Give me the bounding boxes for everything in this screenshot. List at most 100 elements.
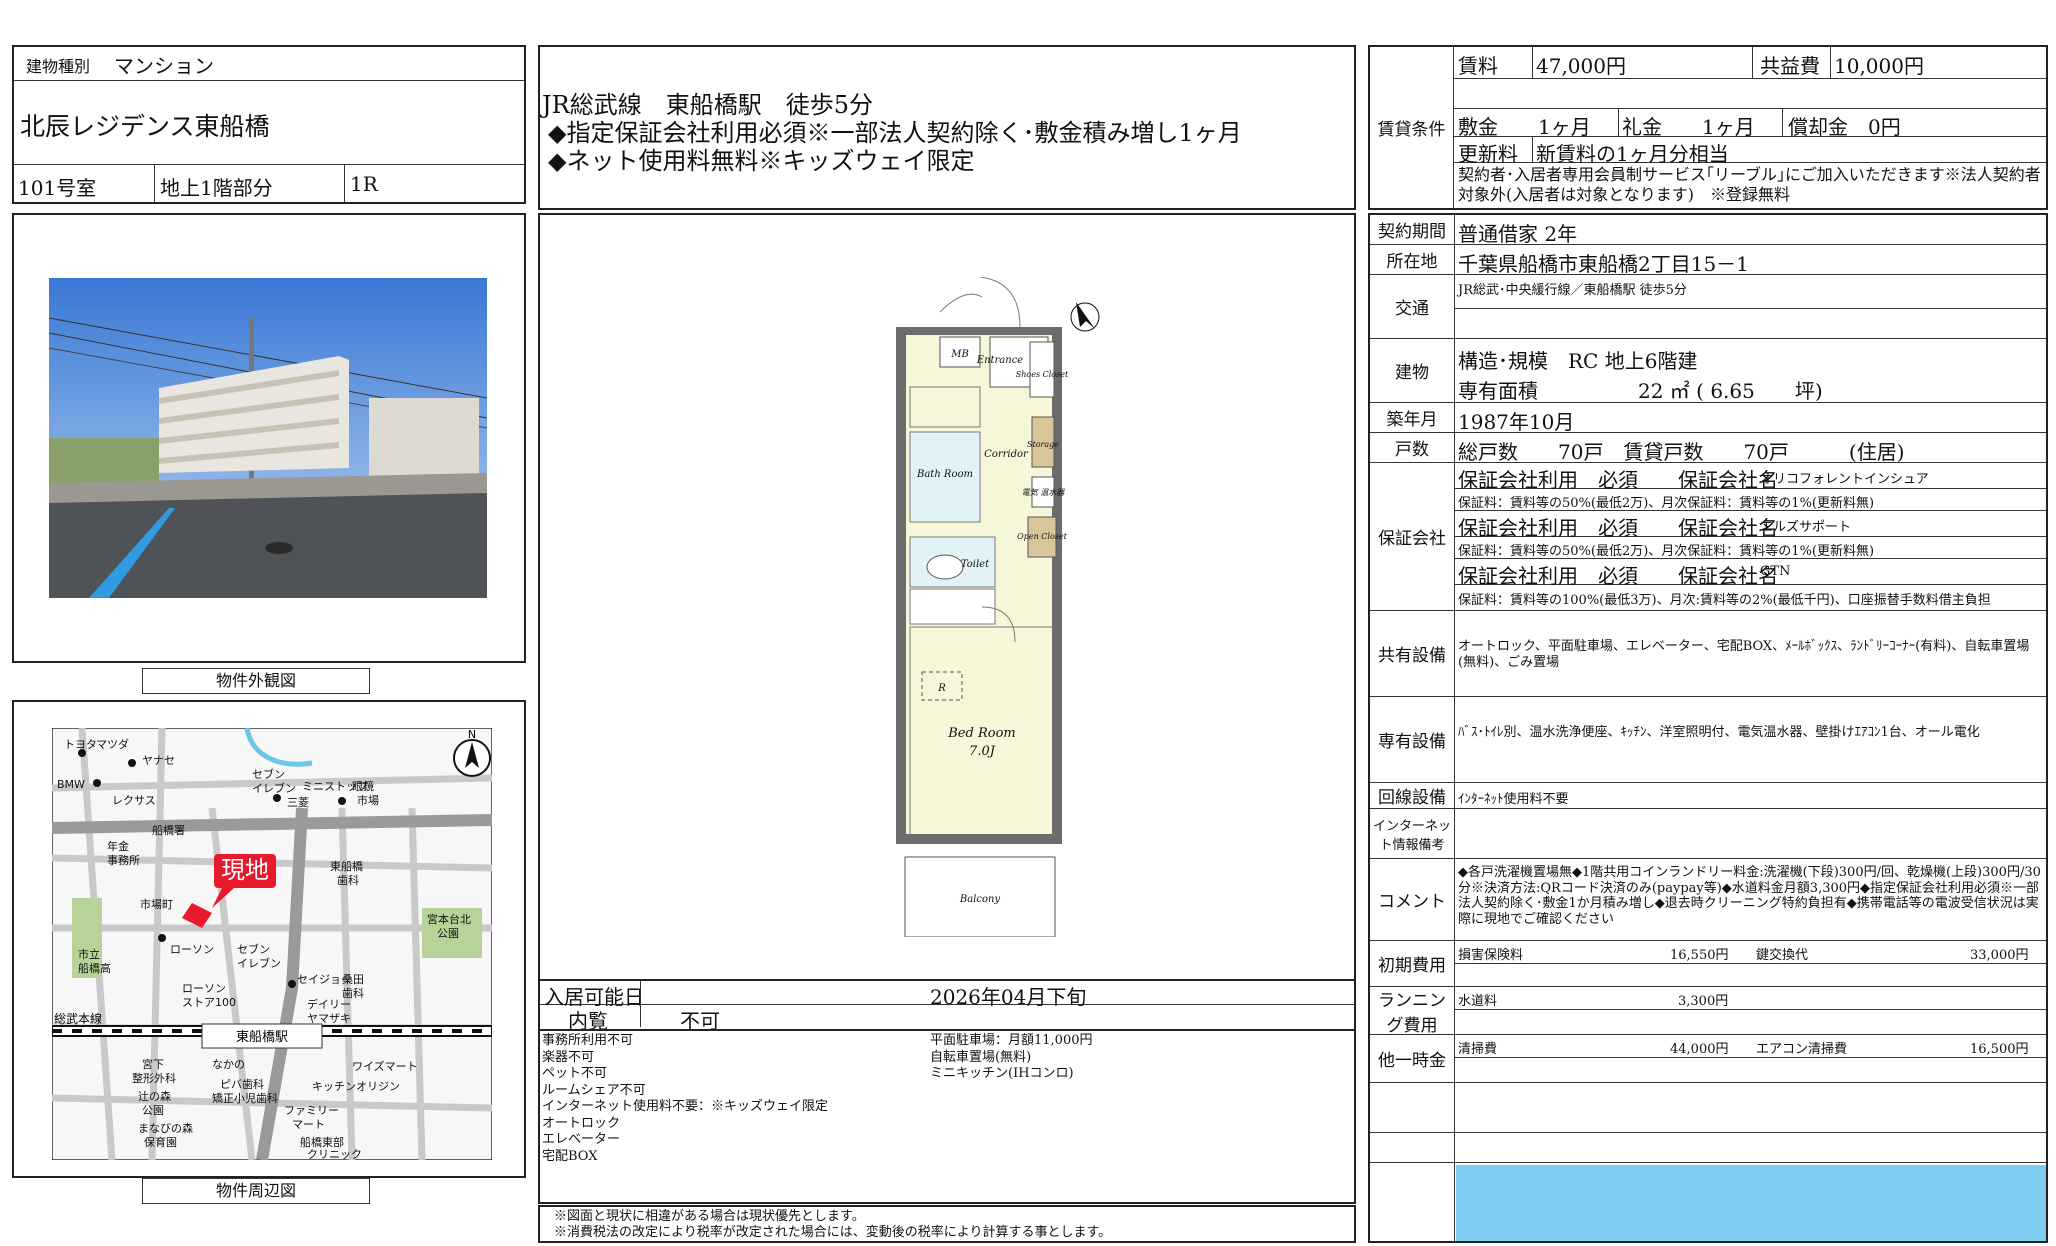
svg-text:ワイズマート: ワイズマート bbox=[352, 1059, 418, 1073]
map-caption: 物件周辺図 bbox=[215, 1181, 296, 1200]
fp-toilet: Toilet bbox=[961, 559, 990, 570]
building-info-box: 建物種別 マンション 北辰レジデンス東船橋 101号室 地上1階部分 1R bbox=[12, 45, 526, 204]
guarantee-company: オリコフォレントインシュア bbox=[1760, 472, 1929, 487]
note-item: 楽器不可 bbox=[542, 1049, 595, 1065]
map-station-label: 東船橋駅 bbox=[236, 1029, 288, 1045]
rent-label: 賃料 bbox=[1458, 54, 1498, 78]
initial-label: 初期費用 bbox=[1378, 956, 1446, 976]
svg-text:まなびの森: まなびの森 bbox=[138, 1121, 193, 1135]
svg-text:市場: 市場 bbox=[357, 793, 379, 807]
svg-text:レクサス: レクサス bbox=[112, 794, 156, 807]
svg-text:イレブン: イレブン bbox=[237, 956, 281, 970]
access-line3: ◆ネット使用料無料※キッズウェイ限定 bbox=[548, 147, 975, 175]
photo-caption: 物件外観図 bbox=[215, 671, 296, 690]
svg-text:歯科: 歯科 bbox=[337, 873, 359, 887]
svg-text:キッチンオリジン: キッチンオリジン bbox=[312, 1080, 400, 1093]
onetime-item-name: エアコン清掃費 bbox=[1756, 1042, 1848, 1057]
building-name: 北辰レジデンス東船橋 bbox=[20, 112, 270, 141]
note-item: ルームシェア不可 bbox=[542, 1082, 646, 1098]
svg-text:セブン: セブン bbox=[252, 767, 285, 781]
fp-corridor: Corridor bbox=[984, 449, 1029, 460]
svg-text:市立: 市立 bbox=[78, 947, 100, 961]
svg-text:イレブン: イレブン bbox=[252, 781, 296, 795]
deposit: 敷金 1ヶ月 bbox=[1458, 115, 1591, 139]
fp-shoes: Shoes Closet bbox=[1016, 370, 1069, 379]
built-value: 1987年10月 bbox=[1458, 410, 1575, 434]
units-label: 戸数 bbox=[1395, 440, 1429, 460]
access-box: JR総武線 東船橋駅 徒歩5分 ◆指定保証会社利用必須※一部法人契約除く･敷金積… bbox=[538, 45, 1356, 210]
svg-text:桑田: 桑田 bbox=[342, 973, 364, 986]
svg-text:ピバ歯科: ピバ歯科 bbox=[220, 1077, 264, 1091]
initial-item-name: 損害保険料 bbox=[1458, 948, 1524, 963]
svg-text:船橋高: 船橋高 bbox=[78, 961, 111, 975]
private-value: ﾊﾞｽ･ﾄｲﾚ別、温水洗浄便座、ｷｯﾁﾝ、洋室照明付、電気温水器、壁掛けｴｱｺﾝ… bbox=[1458, 725, 1980, 740]
rent-value: 47,000円 bbox=[1536, 54, 1626, 78]
fp-entrance: Entrance bbox=[976, 355, 1024, 366]
area-map: 東船橋駅 総武本線 現地 N トヨタ マツダヤナセ BMWレクサスセブン イレブン… bbox=[52, 728, 492, 1160]
note-item: インターネット使用料不要：※キッズウェイ限定 bbox=[542, 1099, 829, 1114]
initial-item-value: 16,550円 bbox=[1670, 948, 1729, 963]
svg-text:市場町: 市場町 bbox=[140, 897, 173, 911]
room-layout: 1R bbox=[350, 172, 378, 196]
svg-text:セブン: セブン bbox=[237, 942, 270, 956]
svg-text:東船橋: 東船橋 bbox=[330, 859, 363, 873]
svg-text:ストア100: ストア100 bbox=[182, 996, 236, 1009]
svg-text:辻の森: 辻の森 bbox=[138, 1089, 171, 1103]
svg-text:クリニック: クリニック bbox=[307, 1148, 362, 1160]
details-box: 契約期間 普通借家 2年 所在地 千葉県船橋市東船橋2丁目15－1 交通 JR総… bbox=[1368, 213, 2048, 1243]
built-label: 築年月 bbox=[1386, 410, 1438, 430]
fp-bath: Bath Room bbox=[916, 469, 973, 480]
svg-text:ミニストップ: ミニストップ bbox=[302, 780, 368, 793]
fp-mb: MB bbox=[950, 349, 969, 360]
renewal-label: 更新料 bbox=[1458, 142, 1518, 166]
svg-text:公園: 公園 bbox=[437, 927, 459, 940]
address-label: 所在地 bbox=[1386, 252, 1438, 272]
transport-label: 交通 bbox=[1395, 299, 1429, 319]
svg-text:マツダ: マツダ bbox=[96, 737, 129, 751]
note-item: ミニキッチン(IHコンロ) bbox=[930, 1066, 1074, 1081]
renewal-value: 新賃料の1ヶ月分相当 bbox=[1536, 142, 1729, 166]
internet-label: インターネット情報備考 bbox=[1372, 818, 1451, 853]
onetime-label: 他一時金 bbox=[1378, 1051, 1446, 1071]
onetime-item-value: 44,000円 bbox=[1670, 1042, 1729, 1057]
svg-text:公園: 公園 bbox=[142, 1104, 164, 1117]
room-number: 101号室 bbox=[18, 176, 97, 200]
svg-text:船橋署: 船橋署 bbox=[152, 823, 185, 837]
svg-text:トヨタ: トヨタ bbox=[64, 738, 97, 751]
floor-plan: MB Entrance Shoes Closet Bath Room Corri… bbox=[896, 277, 1100, 937]
amortization: 償却金 0円 bbox=[1788, 115, 1901, 139]
disclaimer-line: ※消費税法の改定により税率が改定された場合には、変動後の税率により計算する事とし… bbox=[554, 1225, 1112, 1240]
fp-r: R bbox=[937, 683, 946, 694]
building-type-label: 建物種別 bbox=[26, 57, 91, 76]
conditions-box: 賃貸条件 賃料 47,000円 共益費 10,000円 敷金 1ヶ月 礼金 1ヶ… bbox=[1368, 45, 2048, 210]
svg-text:ファミリー: ファミリー bbox=[284, 1104, 339, 1117]
note-item: 宅配BOX bbox=[542, 1148, 598, 1164]
period-label: 契約期間 bbox=[1378, 222, 1446, 242]
svg-text:年金: 年金 bbox=[107, 839, 129, 853]
running-item-value: 3,300円 bbox=[1678, 994, 1729, 1009]
private-label: 専有設備 bbox=[1378, 732, 1446, 752]
svg-text:三菱: 三菱 bbox=[287, 796, 309, 809]
svg-text:ローソン: ローソン bbox=[182, 982, 226, 995]
fp-heater: 電気 温水器 bbox=[1022, 488, 1066, 497]
comment-label: コメント bbox=[1378, 892, 1446, 912]
shared-value: オートロック、平面駐車場、エレベーター、宅配BOX、ﾒｰﾙﾎﾞｯｸｽ、ﾗﾝﾄﾞﾘ… bbox=[1458, 639, 2030, 671]
line-label: 回線設備 bbox=[1378, 788, 1446, 808]
area-value: 専有面積 22 ㎡ ( 6.65 坪) bbox=[1458, 379, 1823, 403]
fp-balcony: Balcony bbox=[959, 894, 1001, 905]
svg-text:N: N bbox=[468, 728, 476, 741]
svg-text:なかの: なかの bbox=[212, 1058, 245, 1071]
svg-text:宮下: 宮下 bbox=[142, 1057, 164, 1071]
key-money: 礼金 1ヶ月 bbox=[1622, 115, 1755, 139]
note-item: エレベーター bbox=[542, 1132, 621, 1147]
note-item: ペット不可 bbox=[542, 1066, 608, 1081]
fp-bedroom-size: 7.0J bbox=[969, 744, 996, 759]
common-fee-value: 10,000円 bbox=[1834, 54, 1924, 78]
map-box: 東船橋駅 総武本線 現地 N トヨタ マツダ ヤナセ BMW レクサス セブン イレブン… bbox=[12, 700, 526, 1178]
photo-caption-box: 物件外観図 bbox=[142, 668, 370, 694]
units-value: 総戸数 70戸 賃貸戸数 70戸 (住居) bbox=[1458, 440, 1905, 464]
exterior-photo bbox=[49, 278, 487, 598]
initial-item-name: 鍵交換代 bbox=[1756, 948, 1809, 963]
map-line-label: 総武本線 bbox=[54, 1011, 102, 1026]
svg-text:事務所: 事務所 bbox=[107, 853, 140, 867]
